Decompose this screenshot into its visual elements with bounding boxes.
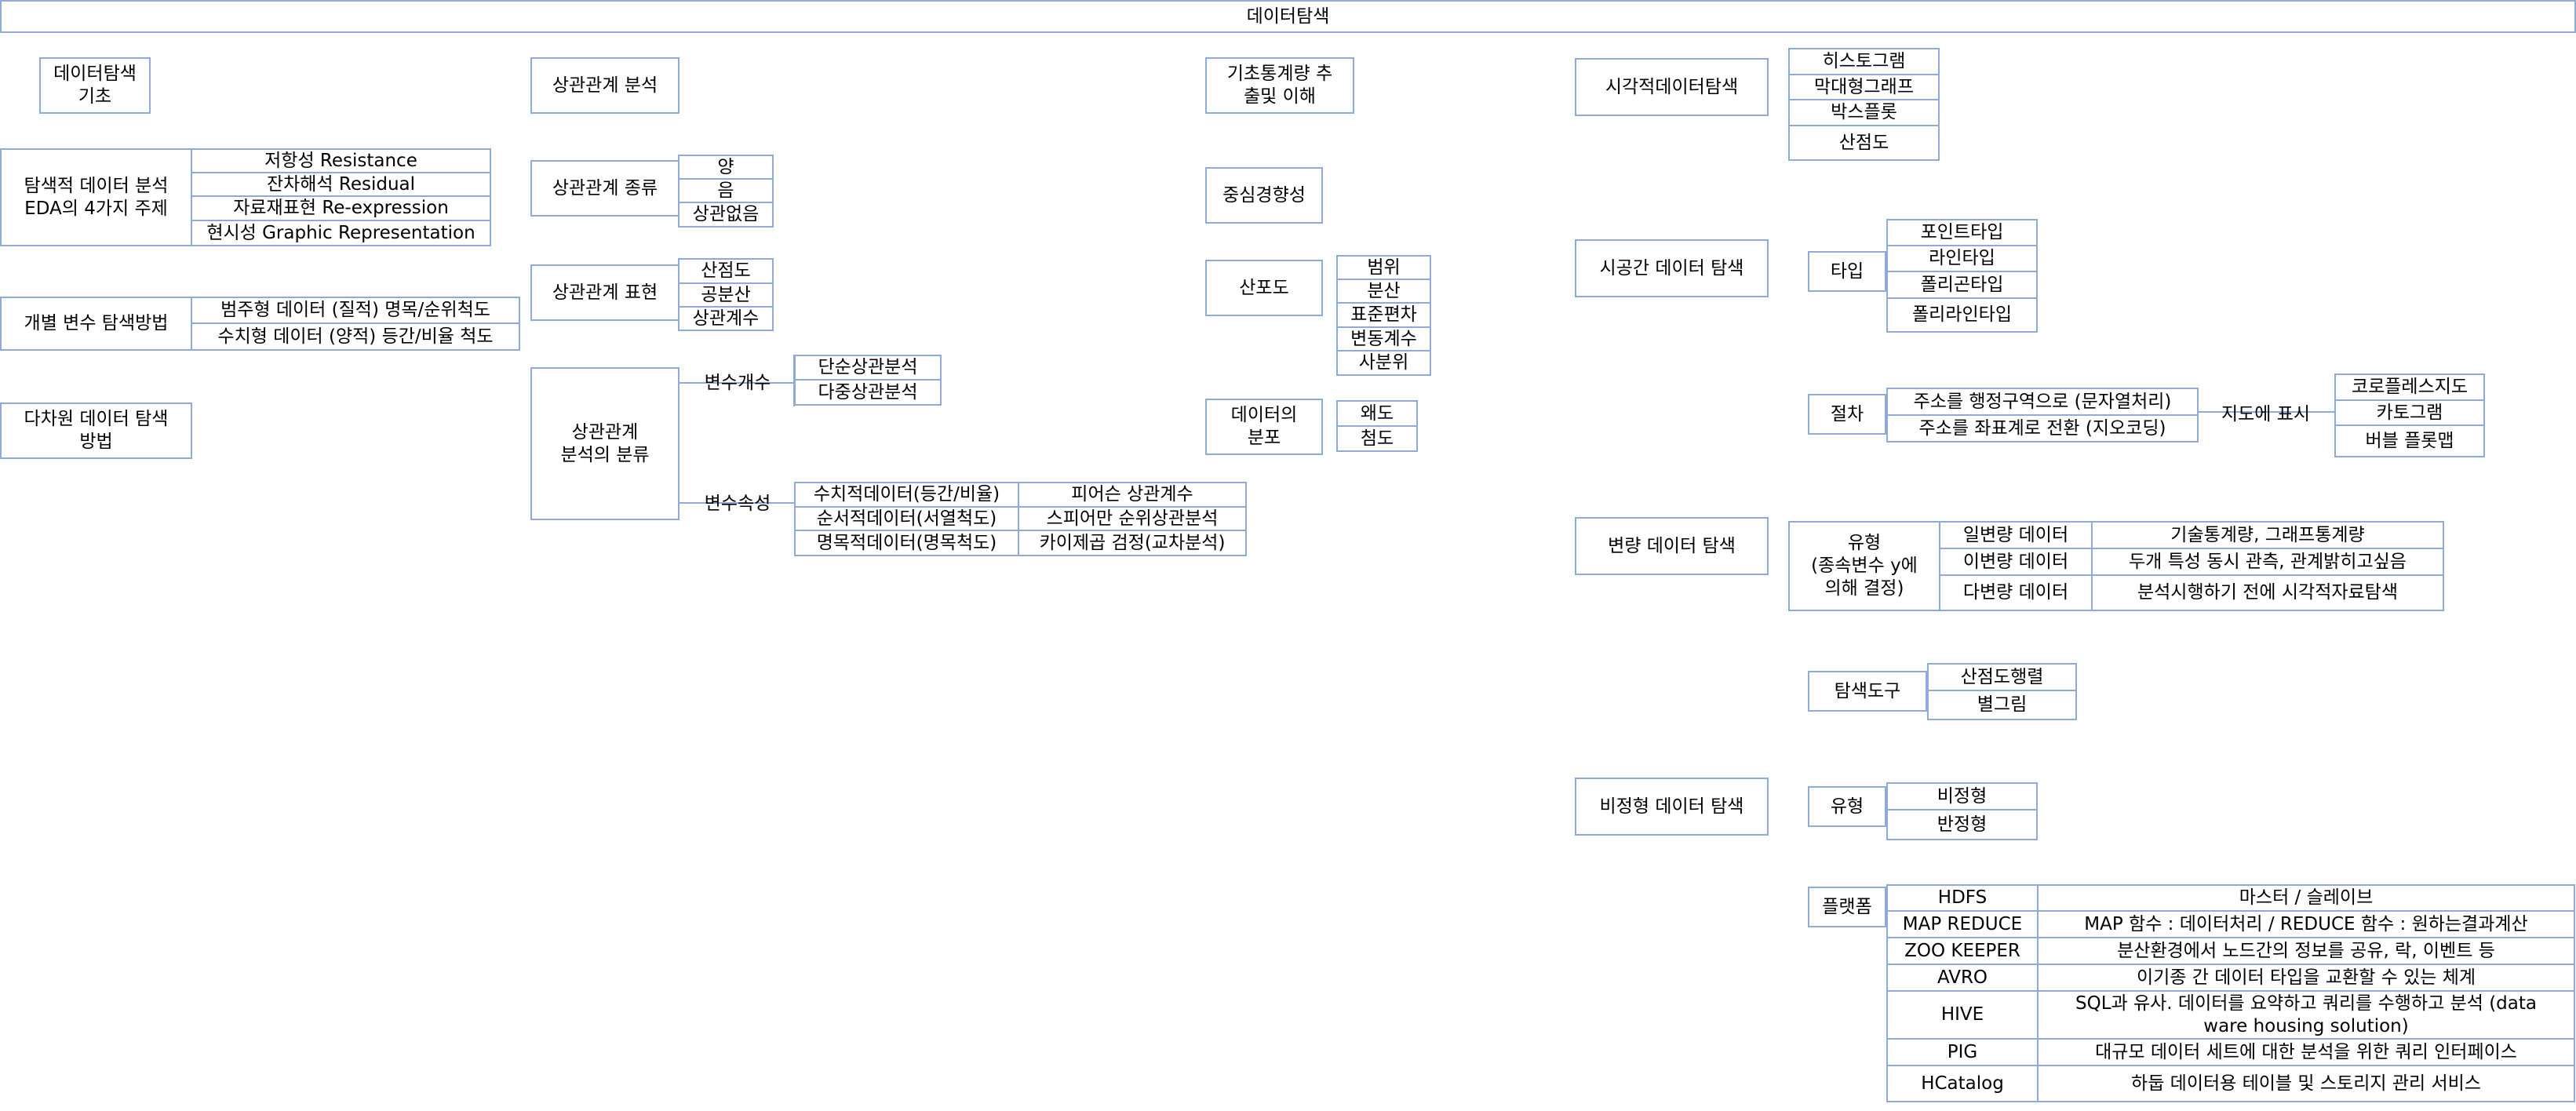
- display-on-map: 지도에 표시: [2221, 403, 2311, 424]
- platform-desc: 대규모 데이터 세트에 대한 분석을 위한 쿼리 인터페이스: [2037, 1038, 2575, 1066]
- platform-name: PIG: [1886, 1038, 2039, 1066]
- variable-type-desc: 분석시행하기 전에 시각적자료탐색: [2091, 574, 2444, 611]
- procedure-step: 주소를 좌표계로 전환 (지오코딩): [1886, 414, 2199, 443]
- dispersion-item: 분산: [1336, 279, 1431, 304]
- distribution-label: 데이터의 분포: [1205, 399, 1323, 455]
- exploration-tool-item: 별그림: [1927, 690, 2077, 720]
- exploration-tool-item: 산점도행렬: [1927, 663, 2077, 691]
- correlation-kind-item: 상관없음: [678, 202, 774, 228]
- visual-item: 산점도: [1788, 125, 1940, 161]
- dispersion-item: 변동계수: [1336, 326, 1431, 352]
- correlation-expression-item: 산점도: [678, 258, 774, 284]
- correlation-expression-item: 상관계수: [678, 306, 774, 331]
- variable-type-desc: 두개 특성 동시 관측, 관계밝히고싶음: [2091, 548, 2444, 576]
- map-type-item: 카토그램: [2334, 399, 2485, 426]
- correlation-expression-item: 공분산: [678, 282, 774, 308]
- var-attr-data: 수치적데이터(등간/비율): [794, 482, 1019, 508]
- exploration-tool-label: 탐색도구: [1808, 671, 1927, 712]
- var-attr-method: 카이제곱 검정(교차분석): [1018, 530, 1247, 556]
- variable-exploration-label: 변량 데이터 탐색: [1575, 517, 1769, 575]
- variable-type-name: 일변량 데이터: [1939, 521, 2093, 549]
- visual-exploration-label: 시각적데이터탐색: [1575, 58, 1769, 116]
- var-count-item: 단순상관분석: [794, 355, 942, 381]
- variable-type-name: 다변량 데이터: [1939, 574, 2093, 611]
- platform-desc: SQL과 유사. 데이터를 요약하고 쿼리를 수행하고 분석 (data war…: [2037, 990, 2575, 1040]
- procedure-label: 절차: [1808, 394, 1886, 435]
- var-count-item: 다중상관분석: [794, 379, 942, 406]
- eda-item: 잔차해석 Residual: [191, 172, 491, 197]
- multivariate-label: 다차원 데이터 탐색 방법: [0, 403, 192, 459]
- correlation-classification-label: 상관관계 분석의 분류: [530, 367, 680, 520]
- stats-header: 기초통계량 추 출및 이해: [1205, 57, 1354, 114]
- distribution-item: 첨도: [1336, 425, 1418, 452]
- platform-desc: 분산환경에서 노드간의 정보를 공유, 락, 이벤트 등: [2037, 937, 2575, 965]
- var-attr-method: 스피어만 순위상관분석: [1018, 506, 1247, 531]
- eda-item: 현시성 Graphic Representation: [191, 220, 491, 246]
- visual-item: 히스토그램: [1788, 48, 1940, 75]
- eda-label: 탐색적 데이터 분석 EDA의 4가지 주제: [0, 148, 192, 246]
- variable-type-desc: 기술통계량, 그래프통계량: [2091, 521, 2444, 549]
- spatial-type-item: 라인타입: [1886, 245, 2038, 272]
- platform-name: ZOO KEEPER: [1886, 937, 2039, 965]
- spatial-type-label: 타입: [1808, 251, 1886, 292]
- platform-label: 플랫폼: [1808, 887, 1886, 927]
- map-type-item: 코로플레스지도: [2334, 373, 2485, 401]
- visual-item: 막대형그래프: [1788, 74, 1940, 100]
- correlation-header: 상관관계 분석: [530, 57, 680, 114]
- correlation-kind-item: 음: [678, 178, 774, 203]
- var-attr-label: 변수속성: [704, 493, 771, 514]
- unstructured-type-item: 반정형: [1886, 809, 2038, 840]
- platform-desc: MAP 함수 : 데이터처리 / REDUCE 함수 : 원하는결과계산: [2037, 910, 2575, 938]
- unstructured-exploration-label: 비정형 데이터 탐색: [1575, 778, 1769, 836]
- correlation-kinds-label: 상관관계 종류: [530, 160, 680, 217]
- map-type-item: 버블 플롯맵: [2334, 424, 2485, 457]
- var-attr-data: 순서적데이터(서열척도): [794, 506, 1019, 531]
- visual-item: 박스플롯: [1788, 99, 1940, 126]
- var-count-label: 변수개수: [704, 372, 771, 393]
- correlation-kind-item: 양: [678, 155, 774, 180]
- var-attr-method: 피어슨 상관계수: [1018, 482, 1247, 508]
- procedure-step: 주소를 행정구역으로 (문자열처리): [1886, 388, 2199, 416]
- spatial-type-item: 포인트타입: [1886, 219, 2038, 246]
- variable-type-label: 유형 (종속변수 y에 의해 결정): [1788, 521, 1940, 611]
- platform-name: HDFS: [1886, 884, 2039, 912]
- variable-type-name: 이변량 데이터: [1939, 548, 2093, 576]
- spatial-exploration-label: 시공간 데이터 탐색: [1575, 239, 1769, 297]
- correlation-expression-label: 상관관계 표현: [530, 264, 680, 321]
- dispersion-label: 산포도: [1205, 260, 1323, 316]
- dispersion-item: 표준편차: [1336, 302, 1431, 328]
- platform-desc: 마스터 / 슬레이브: [2037, 884, 2575, 912]
- dispersion-item: 범위: [1336, 255, 1431, 280]
- eda-item: 자료재표현 Re-expression: [191, 195, 491, 221]
- dispersion-item: 사분위: [1336, 350, 1431, 376]
- platform-name: HCatalog: [1886, 1065, 2039, 1102]
- unstructured-type-item: 비정형: [1886, 782, 2038, 810]
- individual-var-item: 수치형 데이터 (양적) 등간/비율 척도: [191, 322, 520, 351]
- basics-header: 데이터탐색 기초: [39, 57, 151, 114]
- unstructured-type-label: 유형: [1808, 786, 1886, 827]
- var-attr-data: 명목적데이터(명목척도): [794, 530, 1019, 556]
- central-tendency: 중심경향성: [1205, 167, 1323, 224]
- distribution-item: 왜도: [1336, 400, 1418, 427]
- individual-var-item: 범주형 데이터 (질적) 명목/순위척도: [191, 297, 520, 324]
- eda-item: 저항성 Resistance: [191, 148, 491, 173]
- platform-name: HIVE: [1886, 990, 2039, 1040]
- platform-name: AVRO: [1886, 963, 2039, 992]
- spatial-type-item: 폴리곤타입: [1886, 271, 2038, 299]
- platform-desc: 하둡 데이터용 테이블 및 스토리지 관리 서비스: [2037, 1065, 2575, 1102]
- platform-name: MAP REDUCE: [1886, 910, 2039, 938]
- page-title: 데이터탐색: [0, 0, 2576, 33]
- spatial-type-item: 폴리라인타입: [1886, 297, 2038, 333]
- platform-desc: 이기종 간 데이터 타입을 교환할 수 있는 체계: [2037, 963, 2575, 992]
- individual-var-label: 개별 변수 탐색방법: [0, 297, 192, 351]
